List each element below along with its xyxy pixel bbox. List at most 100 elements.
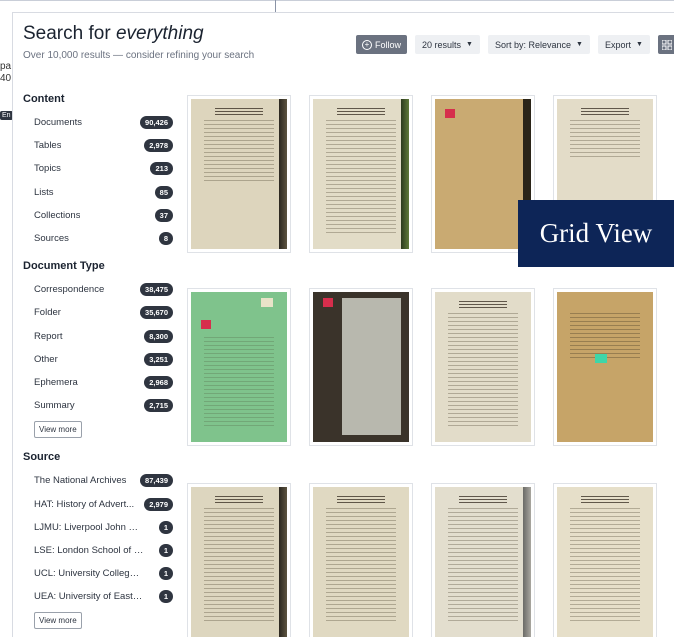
results-subtitle: Over 10,000 results — consider refining …: [23, 50, 255, 61]
count-badge: 35,670: [140, 306, 173, 320]
count-badge: 1: [158, 520, 173, 534]
facet-item-label: HAT: History of Advert...: [34, 498, 135, 510]
caret-down-icon: ▼: [576, 41, 583, 48]
facet-item-label: Other: [34, 353, 58, 365]
document-image: [191, 487, 287, 637]
facet-item-label: Report: [34, 330, 63, 342]
count-badge: 1: [158, 590, 173, 604]
export-dropdown[interactable]: Export ▼: [597, 35, 650, 54]
count-badge: 1: [158, 543, 173, 557]
facet-item-label: Folder: [34, 307, 61, 319]
count-badge: 2,715: [144, 399, 173, 413]
result-thumbnail[interactable]: [187, 288, 291, 446]
facet-item-topics[interactable]: Topics 213: [23, 157, 173, 180]
facet-item-label: LSE: London School of Ec...: [34, 544, 144, 556]
background-text-fragment: pa: [0, 61, 12, 72]
view-more-button[interactable]: View more: [34, 421, 82, 439]
facet-item-collections[interactable]: Collections 37: [23, 204, 173, 227]
document-image: [313, 487, 409, 637]
document-image: [313, 292, 409, 442]
facet-item-label: Sources: [34, 233, 69, 245]
facet-item-label: LJMU: Liverpool John Mo...: [34, 521, 144, 533]
facet-item-label: Topics: [34, 163, 61, 175]
facet-item-label: Collections: [34, 209, 81, 221]
facet-item-label: UCL: University College L...: [34, 568, 144, 580]
count-badge: 38,475: [140, 283, 173, 297]
results-per-page-label: 20 results: [422, 39, 462, 50]
facet-item-label: The National Archives: [34, 475, 127, 487]
facet-item-folder[interactable]: Folder 35,670: [23, 301, 173, 324]
grid-view-button[interactable]: [657, 35, 674, 54]
facet-item-summary[interactable]: Summary 2,715: [23, 394, 173, 417]
count-badge: 87,439: [140, 474, 173, 488]
follow-label: Follow: [375, 39, 402, 50]
document-image: [435, 292, 531, 442]
result-thumbnail[interactable]: [309, 95, 413, 253]
facet-item-label: Tables: [34, 140, 62, 152]
document-image: [191, 292, 287, 442]
facet-item-sources[interactable]: Sources 8: [23, 227, 173, 250]
document-image: [191, 99, 287, 249]
facet-title: Document Type: [23, 260, 105, 273]
facet-item-source[interactable]: UEA: University of East An... 1: [23, 585, 173, 608]
facet-item-source[interactable]: The National Archives 87,439: [23, 469, 173, 492]
background-strip: [0, 0, 674, 12]
result-thumbnail[interactable]: [309, 288, 413, 446]
facet-item-other[interactable]: Other 3,251: [23, 348, 173, 371]
search-panel: Search for everything Over 10,000 result…: [12, 12, 674, 637]
count-badge: 3,251: [144, 352, 173, 366]
facet-item-source[interactable]: HAT: History of Advert... 2,979: [23, 492, 173, 515]
background-badge-fragment: En: [0, 111, 13, 120]
page-title: Search for everything: [23, 23, 254, 45]
facet-item-label: Correspondence: [34, 284, 105, 296]
count-badge: 8,300: [144, 329, 173, 343]
facet-item-label: Summary: [34, 400, 75, 412]
count-badge: 90,426: [140, 116, 173, 130]
count-badge: 85: [154, 185, 173, 199]
result-thumbnail[interactable]: [187, 483, 291, 637]
facet-item-source[interactable]: UCL: University College L... 1: [23, 562, 173, 585]
caret-down-icon: ▼: [466, 41, 473, 48]
follow-button[interactable]: + Follow: [356, 35, 408, 54]
facet-item-correspondence[interactable]: Correspondence 38,475: [23, 278, 173, 301]
facet-content: Content Documents 90,426 Tables 2,978 Topi…: [23, 93, 173, 250]
facet-item-documents[interactable]: Documents 90,426: [23, 111, 173, 134]
facet-item-label: Documents: [34, 117, 83, 129]
document-image: [435, 487, 531, 637]
facet-item-source[interactable]: LSE: London School of Ec... 1: [23, 539, 173, 562]
result-thumbnail[interactable]: [309, 483, 413, 637]
result-thumbnail[interactable]: [553, 288, 657, 446]
result-thumbnail[interactable]: [187, 95, 291, 253]
results-toolbar: + Follow 20 results ▼ Sort by: Relevance…: [356, 35, 674, 54]
background-text-fragment: 40: [0, 73, 12, 84]
count-badge: 2,968: [144, 375, 173, 389]
result-thumbnail[interactable]: [431, 288, 535, 446]
export-label: Export: [604, 39, 631, 50]
results-per-page-dropdown[interactable]: 20 results ▼: [415, 35, 480, 54]
result-thumbnail[interactable]: [553, 483, 657, 637]
facet-item-label: Ephemera: [34, 376, 78, 388]
facet-document-type: Document Type Correspondence 38,475 Folde…: [23, 260, 173, 439]
facet-sidebar: Content Documents 90,426 Tables 2,978 Topi…: [23, 93, 173, 637]
facet-item-label: Lists: [34, 186, 54, 198]
count-badge: 37: [154, 208, 173, 222]
result-thumbnail[interactable]: [431, 483, 535, 637]
document-image: [313, 99, 409, 249]
facet-item-tables[interactable]: Tables 2,978: [23, 134, 173, 157]
facet-source: Source The National Archives 87,439 HAT: …: [23, 451, 173, 630]
facet-item-source[interactable]: LJMU: Liverpool John Mo... 1: [23, 516, 173, 539]
view-more-button[interactable]: View more: [34, 612, 82, 630]
title-emphasis: everything: [115, 23, 204, 44]
sort-dropdown[interactable]: Sort by: Relevance ▼: [487, 35, 590, 54]
facet-item-lists[interactable]: Lists 85: [23, 181, 173, 204]
sort-label: Sort by: Relevance: [494, 39, 572, 50]
background-divider-vertical: [275, 0, 276, 12]
document-image: [557, 292, 653, 442]
facet-item-ephemera[interactable]: Ephemera 2,968: [23, 371, 173, 394]
title-prefix: Search for: [23, 23, 116, 44]
facet-item-report[interactable]: Report 8,300: [23, 325, 173, 348]
count-badge: 8: [158, 232, 173, 246]
document-image: [557, 487, 653, 637]
count-badge: 213: [150, 162, 173, 176]
background-divider: [0, 0, 674, 1]
